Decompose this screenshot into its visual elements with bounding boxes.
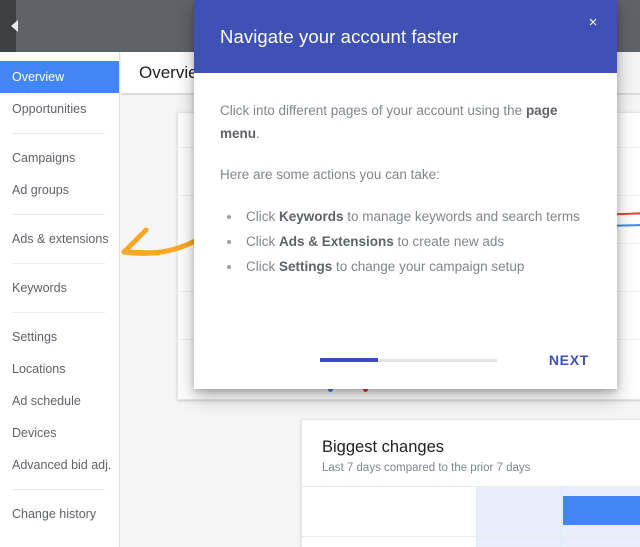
biggest-changes-subtitle: Last 7 days compared to the prior 7 days	[322, 462, 531, 474]
sidebar-item-label: Keywords	[12, 281, 67, 295]
sidebar-item-label: Ad groups	[12, 183, 69, 197]
changes-spacer-cell	[477, 487, 562, 536]
sidebar-item-label: Campaigns	[12, 151, 76, 165]
changes-spacer-cell	[477, 537, 562, 547]
sidebar-divider	[12, 214, 105, 215]
dialog-intro-prefix: Click into different pages of your accou…	[220, 103, 526, 118]
sidebar-divider	[12, 489, 105, 490]
sidebar-item-ad-groups[interactable]: Ad groups	[0, 174, 119, 206]
sidebar-item-label: Ads & extensions	[12, 232, 109, 246]
collapse-left-triangle-icon[interactable]	[11, 20, 18, 32]
app-root: Overview Opportunities Campaigns Ad grou…	[0, 0, 640, 547]
bullet-prefix: Click	[246, 259, 279, 275]
sidebar-item-label: Locations	[12, 362, 66, 376]
progress-bar-fill	[320, 357, 379, 362]
dialog-header: Navigate your account faster ×	[194, 0, 617, 73]
changes-bar	[563, 496, 640, 525]
sidebar-item-label: Opportunities	[12, 102, 87, 116]
biggest-changes-card: Biggest changes Last 7 days compared to …	[301, 419, 640, 547]
sidebar-item-label: Settings	[12, 330, 58, 344]
bullet-suffix: to manage keywords and search terms	[343, 208, 580, 224]
sidebar-item-ads-extensions[interactable]: Ads & extensions	[0, 223, 119, 255]
bullet-suffix: to create new ads	[393, 233, 505, 249]
dialog-title: Navigate your account faster	[220, 25, 459, 47]
dialog-action-list: Click Keywords to manage keywords and se…	[242, 205, 591, 279]
list-item: Click Ads & Extensions to create new ads	[242, 230, 591, 253]
sidebar-divider	[12, 263, 105, 264]
sidebar-item-ad-schedule[interactable]: Ad schedule	[0, 385, 119, 417]
bullet-prefix: Click	[246, 208, 279, 224]
biggest-changes-row	[302, 487, 640, 537]
sidebar-item-label: Advanced bid adj.	[12, 458, 112, 472]
biggest-changes-header: Biggest changes Last 7 days compared to …	[302, 420, 640, 487]
sidebar-item-keywords[interactable]: Keywords	[0, 272, 119, 304]
sidebar-item-overview[interactable]: Overview	[0, 61, 119, 93]
sidebar-item-label: Devices	[12, 426, 57, 440]
close-icon[interactable]: ×	[579, 8, 607, 36]
changes-label-cell	[302, 537, 477, 547]
dialog-footer: NEXT	[194, 331, 617, 389]
list-item: Click Keywords to manage keywords and se…	[242, 205, 591, 228]
bullet-suffix: to change your campaign setup	[332, 259, 525, 275]
onboarding-dialog: Navigate your account faster × Click int…	[194, 0, 617, 389]
list-item: Click Settings to change your campaign s…	[242, 255, 591, 278]
bullet-bold: Ads & Extensions	[279, 233, 394, 249]
dialog-actions-lead: Here are some actions you can take:	[220, 167, 440, 183]
changes-label-cell	[302, 487, 477, 536]
sidebar-divider	[12, 312, 105, 313]
bullet-prefix: Click	[246, 233, 279, 249]
sidebar-item-change-history[interactable]: Change history	[0, 498, 119, 530]
changes-bar-cell	[562, 537, 640, 547]
bullet-bold: Keywords	[279, 208, 344, 224]
dialog-intro-suffix: .	[256, 126, 260, 142]
sidebar-item-label: Ad schedule	[12, 394, 81, 408]
dialog-body: Click into different pages of your accou…	[194, 73, 617, 278]
page-menu-sidebar: Overview Opportunities Campaigns Ad grou…	[0, 52, 120, 547]
biggest-changes-row	[302, 537, 640, 547]
next-button[interactable]: NEXT	[547, 348, 591, 372]
sidebar-item-label: Overview	[12, 70, 65, 84]
dialog-intro-paragraph: Click into different pages of your accou…	[220, 99, 591, 145]
sidebar-item-opportunities[interactable]: Opportunities	[0, 93, 119, 125]
bullet-bold: Settings	[279, 259, 333, 275]
sidebar-item-advanced-bid-adj[interactable]: Advanced bid adj.	[0, 449, 119, 481]
changes-bar-cell	[562, 487, 640, 536]
sidebar-item-locations[interactable]: Locations	[0, 353, 119, 385]
sidebar-item-label: Change history	[12, 507, 97, 521]
progress-bar	[320, 357, 497, 362]
sidebar-item-settings[interactable]: Settings	[0, 321, 119, 353]
sidebar-item-devices[interactable]: Devices	[0, 417, 119, 449]
sidebar-item-campaigns[interactable]: Campaigns	[0, 142, 119, 174]
sidebar-divider	[12, 133, 105, 134]
biggest-changes-title: Biggest changes	[322, 438, 445, 456]
